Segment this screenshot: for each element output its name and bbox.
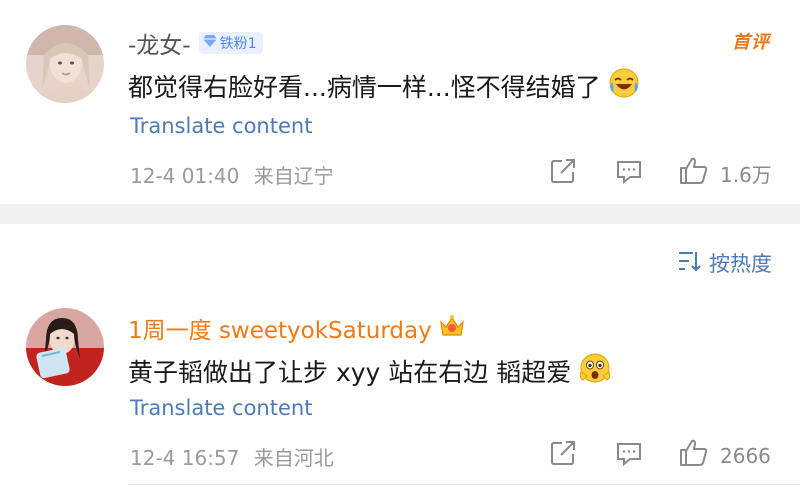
avatar[interactable] — [26, 25, 104, 103]
crown-icon — [438, 313, 466, 343]
like-button[interactable]: 1.6万 — [678, 156, 772, 191]
reply-button[interactable] — [614, 438, 644, 473]
comment-location: 来自辽宁 — [253, 164, 334, 188]
comment-text: 黄子韬做出了让步 xyy 站在右边 韬超爱 — [128, 352, 611, 390]
comment-meta: 12-4 16:57 来自河北 — [130, 442, 334, 471]
reply-button[interactable] — [614, 156, 644, 191]
user-header: -龙女- 铁粉1 — [128, 26, 263, 60]
thumbs-up-icon — [678, 438, 710, 473]
share-button[interactable] — [548, 438, 578, 473]
comment-date: 12-4 16:57 — [130, 446, 240, 470]
user-header: 1周一度 sweetyokSaturday — [128, 311, 466, 345]
comment-item: -龙女- 铁粉1 首评 都觉得右脸好看...病情一样...怪不得结婚了 Tran… — [0, 0, 800, 204]
like-count: 2666 — [720, 443, 771, 468]
section-divider — [0, 204, 800, 224]
fan-badge[interactable]: 铁粉1 — [198, 32, 263, 54]
sort-by-hot-button[interactable]: 按热度 — [677, 248, 772, 278]
share-icon — [548, 156, 578, 191]
comment-body: 都觉得右脸好看...病情一样...怪不得结婚了 — [128, 73, 601, 102]
sort-icon — [677, 250, 709, 277]
comment-icon — [614, 438, 644, 473]
laughing-crying-icon — [609, 68, 639, 104]
diamond-icon — [202, 35, 217, 51]
share-button[interactable] — [548, 156, 578, 191]
comment-item: 1周一度 sweetyokSaturday 黄子韬做出了让步 xyy 站在右边 … — [0, 300, 800, 487]
shocked-face-icon — [579, 352, 611, 390]
comment-location: 来自河北 — [253, 446, 334, 470]
comment-date: 12-4 01:40 — [130, 164, 240, 188]
like-count: 1.6万 — [720, 163, 772, 187]
comment-meta: 12-4 01:40 来自辽宁 — [130, 160, 334, 189]
thumbs-up-icon — [678, 156, 710, 191]
divider-line — [128, 484, 800, 485]
avatar[interactable] — [26, 308, 104, 386]
badge-label: 铁粉1 — [219, 36, 257, 52]
comment-text: 都觉得右脸好看...病情一样...怪不得结婚了 — [128, 68, 639, 104]
sort-label: 按热度 — [709, 252, 772, 276]
like-button[interactable]: 2666 — [678, 438, 771, 473]
share-icon — [548, 438, 578, 473]
comment-icon — [614, 156, 644, 191]
first-comment-tag: 首评 — [732, 32, 770, 53]
comment-body: 黄子韬做出了让步 xyy 站在右边 韬超爱 — [128, 358, 572, 387]
username[interactable]: -龙女- — [128, 26, 191, 60]
username[interactable]: 1周一度 sweetyokSaturday — [128, 311, 432, 345]
translate-link[interactable]: Translate content — [130, 114, 312, 138]
translate-link[interactable]: Translate content — [130, 396, 312, 420]
